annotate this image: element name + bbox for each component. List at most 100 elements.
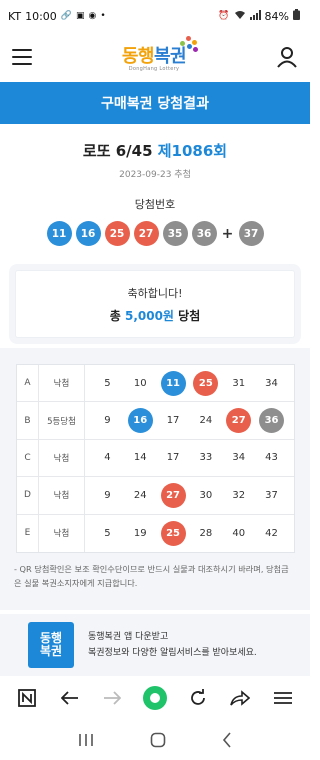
ticket-row: B 5등당첨 9 16 17 24 27 36 — [17, 402, 294, 440]
draw-info: 로또 6/45 제1086회 2023-09-23 추첨 당첨번호 11 16 25… — [0, 124, 310, 246]
draw-date: 2023-09-23 추첨 — [119, 170, 191, 180]
ticket-slot: E — [17, 514, 39, 552]
battery-label: 84% — [264, 9, 289, 23]
ticket-number: 14 — [133, 452, 147, 464]
promo-logo: 동행 복권 — [28, 622, 74, 668]
ticket-number: 9 — [104, 489, 111, 501]
draw-round: 제1086회 — [157, 142, 228, 160]
ticket-number: 24 — [133, 489, 147, 501]
app-header: 동행복권 DongHang Lottery — [0, 32, 310, 82]
wifi-icon — [234, 10, 246, 23]
ticket-slot: C — [17, 439, 39, 477]
winning-ball: 16 — [75, 221, 101, 246]
ticket-number: 5 — [104, 377, 111, 389]
recents-icon[interactable] — [78, 733, 94, 747]
share-icon[interactable] — [224, 682, 256, 714]
menu-icon[interactable] — [12, 49, 32, 65]
ticket-number-hit: 27 — [226, 408, 252, 434]
logo-subtitle: DongHang Lottery — [128, 66, 180, 72]
ticket-number: 37 — [265, 489, 278, 501]
winning-ball: 35 — [162, 221, 188, 246]
qr-notice: - QR 당첨확인은 보조 확인수단이므로 반드시 실물과 대조하시기 바라며,… — [14, 564, 289, 588]
ticket-number: 19 — [133, 527, 147, 539]
n-logo-icon[interactable] — [11, 682, 43, 714]
ticket-number: 42 — [265, 527, 278, 539]
ticket-number: 34 — [232, 452, 246, 464]
home-icon[interactable] — [150, 732, 166, 748]
status-right: ⏰ 84% — [218, 9, 300, 23]
system-nav — [0, 720, 310, 760]
ticket-number: 33 — [199, 452, 213, 464]
ticket-number: 30 — [199, 489, 213, 501]
game-name: 로또 6/45 — [82, 142, 153, 160]
ticket-result: 낙첨 — [39, 365, 85, 402]
ticket-result: 낙첨 — [39, 439, 85, 477]
ticket-slot: A — [17, 365, 39, 402]
link-icon: 🔗 — [60, 11, 73, 21]
prize-line: 총 5,000원 당첨 — [110, 307, 201, 324]
dot-icon: • — [100, 11, 106, 21]
carrier-label: KT — [8, 9, 22, 23]
ticket-number-hit: 11 — [160, 370, 186, 396]
menu-lines-icon[interactable] — [267, 682, 299, 714]
ticket-table: A 낙첨 5 10 11 25 31 34 B 5등당첨 9 16 17 24 27 36 C 낙첨 4 14 17 33… — [16, 364, 295, 553]
user-icon[interactable] — [276, 46, 298, 68]
ticket-number-hit: 25 — [160, 520, 186, 546]
brand-logo[interactable]: 동행복권 DongHang Lottery — [121, 36, 199, 72]
prize-prefix: 총 — [109, 308, 121, 323]
ticket-number: 32 — [232, 489, 246, 501]
ticket-number: 24 — [199, 415, 213, 427]
ticket-slot: B — [17, 402, 39, 439]
browser-toolbar — [0, 676, 310, 720]
logo-text: 동행복권 — [121, 46, 187, 67]
ticket-number-hit: 16 — [127, 408, 153, 434]
forward-arrow-icon[interactable] — [96, 682, 128, 714]
page-title: 구매복권 당첨결과 — [101, 96, 209, 112]
ticket-numbers: 9 16 17 24 27 36 — [85, 408, 294, 434]
battery-icon — [293, 9, 300, 23]
winning-numbers: 11 16 25 27 35 36 +37 — [0, 221, 310, 246]
ticket-numbers: 4 14 17 33 34 43 — [85, 445, 294, 470]
ticket-number: 40 — [232, 527, 246, 539]
ticket-number-hit: 27 — [160, 482, 186, 508]
ticket-row: A 낙첨 5 10 11 25 31 34 — [17, 365, 294, 403]
ticket-number-hit: 36 — [259, 408, 285, 434]
back-icon[interactable] — [222, 732, 232, 748]
back-arrow-icon[interactable] — [54, 682, 86, 714]
ticket-row: D 낙첨 9 24 27 30 32 37 — [17, 477, 294, 515]
ticket-numbers: 5 10 11 25 31 34 — [85, 370, 294, 396]
refresh-icon[interactable] — [182, 682, 214, 714]
promo-text: 동행복권 앱 다운받고 복권정보와 다양한 알림서비스를 받아보세요. — [88, 629, 257, 661]
app-promo[interactable]: 동행 복권 동행복권 앱 다운받고 복권정보와 다양한 알림서비스를 받아보세요… — [0, 614, 310, 676]
status-left: KT 10:00 🔗 ▣ ◉ • — [8, 10, 106, 23]
ticket-number: 10 — [133, 377, 147, 389]
ticket-numbers: 9 24 27 30 32 37 — [85, 482, 294, 508]
ticket-number: 43 — [265, 452, 278, 464]
winning-numbers-label: 당첨번호 — [134, 198, 176, 211]
image-icon: ▣ — [76, 11, 85, 21]
ticket-number: 17 — [166, 415, 180, 427]
sync-icon: ◉ — [88, 11, 97, 21]
ticket-row: E 낙첨 5 19 25 28 40 42 — [17, 514, 294, 552]
ticket-result: 5등당첨 — [39, 402, 85, 439]
ticket-number: 17 — [166, 452, 180, 464]
prize-suffix: 당첨 — [178, 308, 201, 323]
logo-dots-icon — [180, 36, 199, 54]
winning-ball: 27 — [133, 221, 159, 246]
draw-title: 로또 6/45 제1086회 — [0, 140, 310, 161]
ticket-number: 28 — [199, 527, 213, 539]
ticket-number: 31 — [232, 377, 246, 389]
ticket-number-hit: 25 — [193, 370, 219, 396]
prize-amount: 5,000원 — [124, 308, 174, 323]
winning-ball: 25 — [104, 221, 130, 246]
promo-line-2: 복권정보와 다양한 알림서비스를 받아보세요. — [88, 648, 257, 658]
ticket-number: 34 — [265, 377, 278, 389]
ticket-number: 5 — [104, 527, 111, 539]
winning-ball: 36 — [191, 221, 217, 246]
signal-icon — [249, 9, 261, 23]
ticket-number: 9 — [104, 415, 111, 427]
ticket-result: 낙첨 — [39, 514, 85, 552]
home-dot-icon[interactable] — [139, 682, 171, 714]
ticket-numbers: 5 19 25 28 40 42 — [85, 520, 294, 546]
ticket-row: C 낙첨 4 14 17 33 34 43 — [17, 439, 294, 478]
